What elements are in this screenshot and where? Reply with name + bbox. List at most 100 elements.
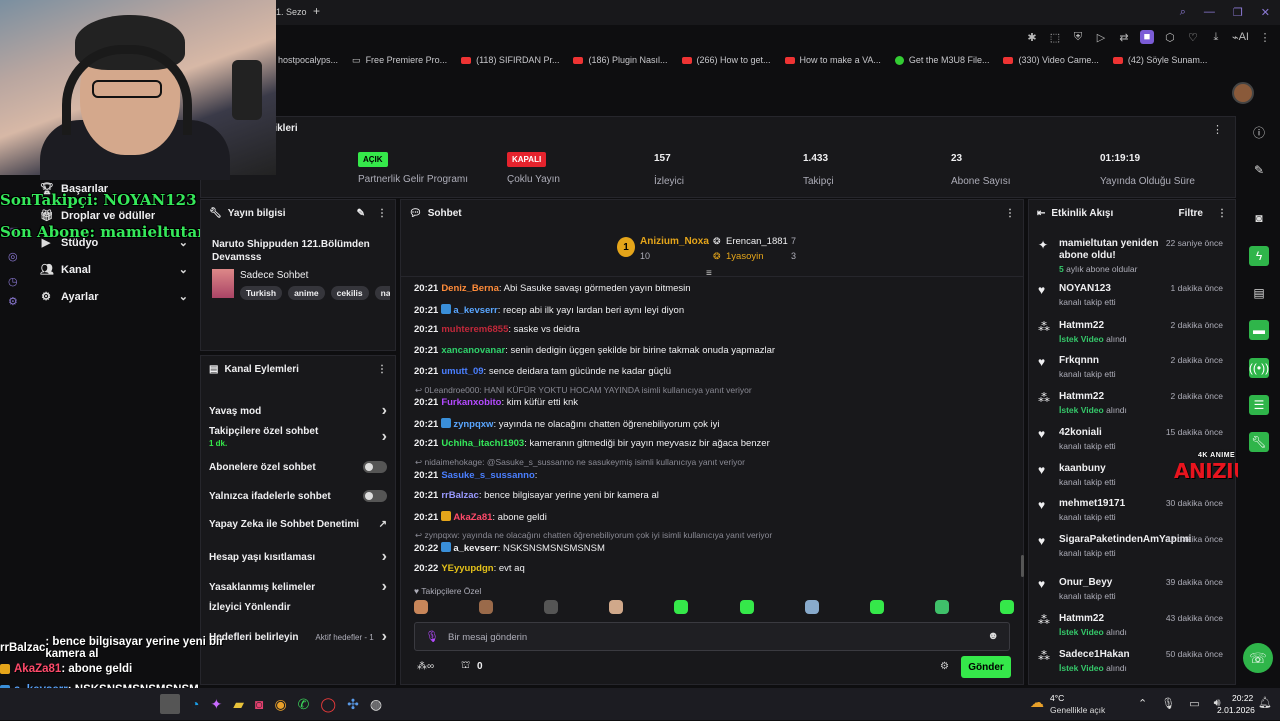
external-link-icon[interactable]: ↗ [379, 519, 387, 530]
gear-icon[interactable]: ⚙ [8, 295, 18, 308]
opera-icon[interactable]: ◯ [320, 696, 336, 713]
edit-icon[interactable]: ✎ [357, 208, 365, 219]
emoji-icon[interactable]: ☻ [987, 630, 999, 642]
document-icon[interactable]: ▤ [1249, 283, 1269, 303]
extension-active-icon[interactable]: ■ [1139, 30, 1154, 44]
message-username[interactable]: rrBalzac [441, 490, 479, 501]
chevron-down-icon[interactable]: ⌄ [179, 290, 188, 303]
tag[interactable]: naru [374, 286, 390, 300]
menu-icon[interactable]: ⋮ [1258, 30, 1272, 44]
close-icon[interactable]: ✕ [1261, 6, 1270, 19]
notification-icon[interactable]: 🔔︎ [1258, 696, 1272, 709]
chat-input[interactable]: 🎙︎ Bir mesaj gönderin ☻ [414, 622, 1010, 651]
chat-settings-icon[interactable]: ⚙ [940, 661, 949, 672]
heart-icon[interactable]: ♡ [1186, 30, 1200, 44]
chevron-up-icon[interactable]: ⌃ [1138, 697, 1147, 710]
ai-button[interactable]: ⌁ AI [1232, 30, 1249, 44]
message-username[interactable]: muhterem6855 [441, 324, 508, 335]
emote-icon[interactable] [544, 600, 559, 614]
collapse-icon[interactable]: ≡ [706, 268, 712, 279]
wrench-icon[interactable]: 🔧︎ [1249, 432, 1269, 452]
toggle-switch[interactable] [363, 461, 387, 473]
emote-icon[interactable] [479, 600, 494, 614]
avatar[interactable] [1232, 82, 1254, 104]
crop-icon[interactable]: ⬚ [1048, 30, 1062, 44]
edge-icon[interactable]: ◔ [191, 696, 199, 712]
message-username[interactable]: Deniz_Berna [441, 283, 499, 294]
folder-icon[interactable]: ▰ [233, 696, 244, 713]
channel-action-item[interactable]: Abonelere özel sohbet [209, 461, 387, 473]
more-icon[interactable]: ⋮ [377, 208, 387, 219]
obs-icon[interactable]: ◍ [370, 696, 382, 713]
leaderboard-name[interactable]: 1yasoyin [726, 251, 764, 262]
emote-icon[interactable] [414, 600, 428, 614]
message-username[interactable]: a_kevserr [453, 305, 497, 316]
message-username[interactable]: Sasuke_s_sussanno [441, 470, 534, 481]
tag[interactable]: cekilis [330, 286, 369, 300]
copilot-icon[interactable]: ✦ [210, 696, 222, 713]
emote-icon[interactable] [804, 600, 819, 614]
compass-icon[interactable]: ◎ [8, 250, 18, 263]
filter-button[interactable]: Filtre [1179, 208, 1203, 219]
browser-tab[interactable]: 1. Sezo [276, 7, 307, 17]
search-icon[interactable]: ⌕ [1180, 6, 1186, 19]
lightning-icon[interactable]: ϟ [1249, 246, 1269, 266]
shield-icon[interactable]: ⛨ [1071, 30, 1085, 44]
more-icon[interactable]: ⋮ [1217, 208, 1227, 219]
channel-action-item[interactable]: İzleyici Yönlendir [209, 602, 387, 613]
chat-bubble-icon[interactable]: ▬ [1249, 320, 1269, 340]
bookmark-item[interactable]: (186) Plugin Nasıl... [573, 55, 668, 65]
chevron-right-icon[interactable]: › [382, 428, 387, 446]
sidebar-item-4[interactable]: 👥︎ Kanal ⌄ [28, 256, 196, 283]
message-username[interactable]: Uchiha_itachi1903 [441, 438, 524, 449]
download-icon[interactable]: ⤓ [1209, 30, 1223, 44]
bookmark-item[interactable]: ▭ Free Premiere Pro... [352, 55, 447, 66]
bookmark-item[interactable]: How to make a VA... [784, 55, 881, 65]
category-name[interactable]: Sadece Sohbet [240, 270, 308, 281]
play-icon[interactable]: ▷ [1094, 30, 1108, 44]
network-icon[interactable]: ▭ [1189, 697, 1199, 710]
app-icon[interactable] [160, 694, 180, 714]
bookmark-item[interactable]: hostpocalyps... [278, 55, 338, 65]
store-icon[interactable]: ⛫ [461, 660, 470, 673]
message-username[interactable]: xancanovanar [441, 345, 505, 356]
sidebar-item-5[interactable]: ⚙ Ayarlar ⌄ [28, 283, 196, 310]
emote-icon[interactable] [999, 600, 1014, 614]
channel-action-item[interactable]: Takipçilere özel sohbet 1 dk. › [209, 426, 387, 448]
chat-scrollbar[interactable] [1021, 555, 1024, 577]
more-icon[interactable]: ⋮ [1212, 123, 1223, 136]
bookmark-item[interactable]: (42) Söyle Sunam... [1112, 55, 1207, 65]
bookmark-item[interactable]: (330) Video Came... [1003, 55, 1099, 65]
emote-icon[interactable] [934, 600, 949, 614]
broadcast-icon[interactable]: ((•)) [1249, 358, 1269, 378]
chevron-right-icon[interactable]: › [382, 628, 387, 646]
message-username[interactable]: zynpqxw [453, 419, 493, 430]
translate-icon[interactable]: ⇄ [1117, 30, 1131, 44]
bookmark-item[interactable]: Get the M3U8 File... [894, 55, 989, 65]
channel-action-item[interactable]: Yasaklanmış kelimeler › [209, 578, 387, 596]
camera-icon[interactable]: ◙ [1249, 208, 1269, 228]
more-icon[interactable]: ⋮ [1005, 208, 1015, 219]
leaderboard-name[interactable]: Anizium_Noxa [640, 236, 709, 247]
chevron-down-icon[interactable]: ⌄ [179, 263, 188, 276]
emote-icon[interactable] [674, 600, 689, 614]
channel-action-item[interactable]: Hesap yaşı kısıtlaması › [209, 548, 387, 566]
channel-action-item[interactable]: Yalnızca ifadelerle sohbet [209, 490, 387, 502]
minimize-icon[interactable]: — [1204, 6, 1215, 19]
list-icon[interactable]: ☰ [1249, 395, 1269, 415]
send-button[interactable]: Gönder [961, 656, 1011, 678]
extension-icon[interactable]: ✱ [1025, 30, 1039, 44]
more-icon[interactable]: ⋮ [377, 364, 387, 375]
bookmark-item[interactable]: (118) SIFIRDAN Pr... [461, 55, 559, 65]
tag[interactable]: anime [288, 286, 325, 300]
app-icon[interactable]: ✣ [347, 696, 359, 713]
emote-icon[interactable] [869, 600, 884, 614]
support-button[interactable]: ☏ [1243, 643, 1273, 673]
info-icon[interactable]: ⓘ [1249, 122, 1269, 142]
chevron-right-icon[interactable]: › [382, 578, 387, 596]
maximize-icon[interactable]: ❐ [1233, 6, 1243, 19]
tag[interactable]: Turkish [240, 286, 283, 300]
emote-icon[interactable] [739, 600, 754, 614]
toggle-switch[interactable] [363, 490, 387, 502]
message-username[interactable]: YEyyupdgn [441, 563, 493, 574]
